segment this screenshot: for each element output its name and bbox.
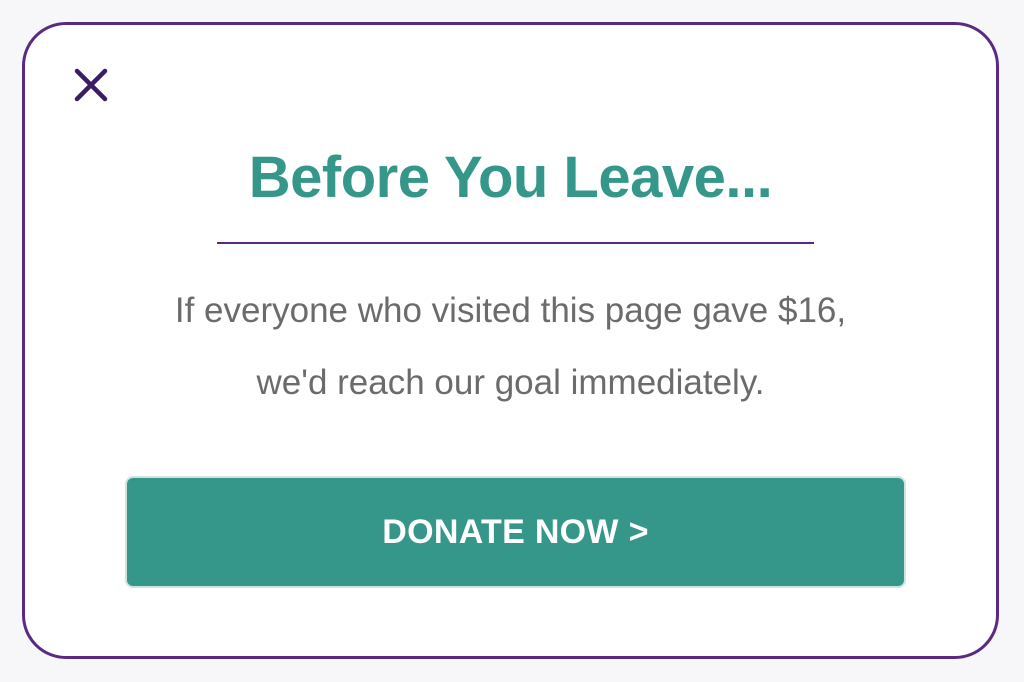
- modal-title: Before You Leave...: [248, 145, 773, 210]
- message-line-2: we'd reach our goal immediately.: [256, 363, 765, 402]
- close-button[interactable]: [69, 63, 113, 107]
- donation-modal: Before You Leave... If everyone who visi…: [22, 22, 999, 659]
- donate-now-button[interactable]: DONATE NOW >: [125, 476, 906, 588]
- close-icon: [74, 68, 108, 102]
- title-divider: [217, 242, 814, 244]
- message-line-1: If everyone who visited this page gave $…: [174, 291, 847, 330]
- modal-message: If everyone who visited this page gave $…: [65, 275, 956, 419]
